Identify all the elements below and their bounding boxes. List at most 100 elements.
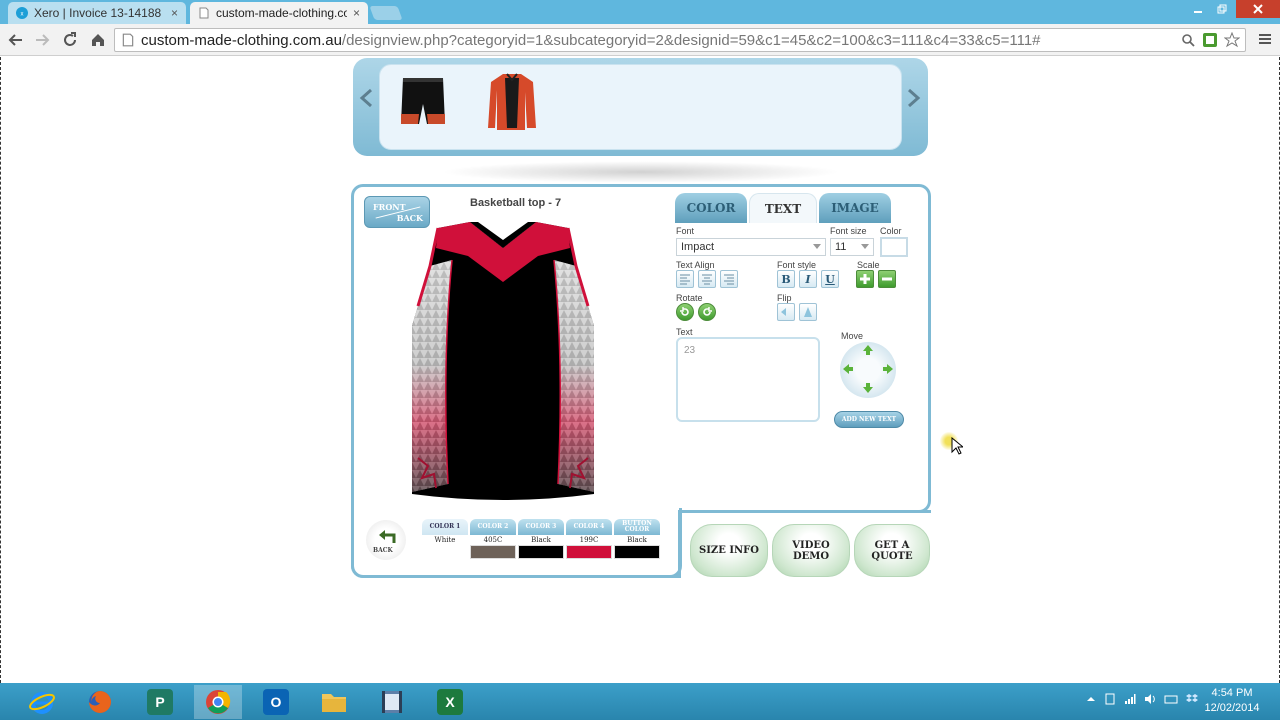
new-tab-button[interactable] <box>369 6 403 20</box>
search-icon[interactable] <box>1179 31 1197 49</box>
flip-vertical-button[interactable] <box>799 303 817 321</box>
rotate-left-button[interactable] <box>676 303 694 321</box>
move-up-icon[interactable] <box>862 344 874 359</box>
keyboard-icon[interactable] <box>1164 693 1178 705</box>
jersey-preview-image[interactable] <box>408 222 598 504</box>
color-swatches: COLOR 1 White COLOR 2 405C COLOR 3 Black… <box>422 519 660 559</box>
window-close-icon[interactable] <box>1236 0 1280 18</box>
forward-icon[interactable] <box>32 30 52 50</box>
carousel-prev-icon[interactable] <box>359 88 373 114</box>
swatch-header: COLOR 2 <box>470 519 516 535</box>
text-label: Text <box>676 327 693 337</box>
taskbar-chrome[interactable] <box>194 685 242 719</box>
tab-xero[interactable]: x Xero | Invoice 13-14188 × <box>8 2 186 24</box>
font-size-label: Font size <box>830 226 867 236</box>
underline-button[interactable]: U <box>821 270 839 288</box>
swatch-color-2[interactable]: COLOR 2 405C <box>470 519 516 559</box>
rotate-right-button[interactable] <box>698 303 716 321</box>
show-hidden-icons-icon[interactable] <box>1086 693 1096 705</box>
volume-icon[interactable] <box>1144 693 1156 705</box>
menu-icon[interactable] <box>1256 30 1274 48</box>
align-center-icon <box>702 274 712 285</box>
text-color-picker[interactable] <box>880 237 908 257</box>
back-icon[interactable] <box>6 30 26 50</box>
address-bar[interactable]: custom-made-clothing.com.au/designview.p… <box>114 28 1246 52</box>
swatch-button-color[interactable]: BUTTON COLOR Black <box>614 519 660 559</box>
carousel-item-jacket[interactable] <box>487 70 537 135</box>
carousel-next-icon[interactable] <box>907 88 921 114</box>
clock-time: 4:54 PM <box>1211 687 1253 699</box>
excel-icon: X <box>437 689 463 715</box>
shorts-thumbnail-icon <box>401 78 445 124</box>
plus-icon <box>860 274 870 284</box>
color-label: Color <box>880 226 902 236</box>
taskbar-media[interactable] <box>368 685 416 719</box>
mouse-cursor-icon <box>951 437 963 455</box>
action-center-icon[interactable] <box>1104 693 1116 705</box>
align-left-button[interactable] <box>676 270 694 288</box>
taskbar-file-explorer[interactable] <box>310 685 358 719</box>
text-align-label: Text Align <box>676 260 715 270</box>
flip-horizontal-button[interactable] <box>777 303 795 321</box>
rotate-label: Rotate <box>676 293 703 303</box>
tab-text[interactable]: TEXT <box>749 193 817 223</box>
add-new-text-button[interactable]: ADD NEW TEXT <box>834 411 904 428</box>
back-button[interactable]: BACK <box>366 520 406 560</box>
size-info-button[interactable]: SIZE INFO <box>690 524 768 577</box>
swatch-color-3[interactable]: COLOR 3 Black <box>518 519 564 559</box>
reload-icon[interactable] <box>60 30 80 50</box>
carousel-track <box>379 64 902 150</box>
taskbar-firefox[interactable] <box>76 685 124 719</box>
product-carousel <box>353 58 928 156</box>
swatch-color-1[interactable]: COLOR 1 White <box>422 519 468 559</box>
swatch-header: COLOR 3 <box>518 519 564 535</box>
publisher-icon: P <box>147 689 173 715</box>
home-icon[interactable] <box>88 30 108 50</box>
tab-color[interactable]: COLOR <box>675 193 747 223</box>
scale-down-button[interactable] <box>878 270 896 288</box>
extension-icon[interactable] <box>1201 31 1219 49</box>
star-icon[interactable] <box>1223 31 1241 49</box>
taskbar-excel[interactable]: X <box>426 685 474 719</box>
taskbar-internet-explorer[interactable] <box>18 685 66 719</box>
dropbox-icon[interactable] <box>1186 693 1198 705</box>
swatch-name: 199C <box>566 535 612 545</box>
clock-date: 12/02/2014 <box>1204 702 1260 714</box>
close-icon[interactable]: × <box>353 6 360 20</box>
swatch-color-4[interactable]: COLOR 4 199C <box>566 519 612 559</box>
video-demo-button[interactable]: VIDEO DEMO <box>772 524 850 577</box>
swatch-chip <box>614 545 660 559</box>
scale-up-button[interactable] <box>856 270 874 288</box>
move-left-icon[interactable] <box>842 363 854 378</box>
font-size-select[interactable]: 11 <box>830 238 874 256</box>
taskbar-outlook[interactable]: O <box>252 685 300 719</box>
tab-custom-made-clothing[interactable]: custom-made-clothing.co × <box>190 2 368 24</box>
close-icon[interactable]: × <box>171 6 178 20</box>
tab-title: Xero | Invoice 13-14188 <box>34 6 162 20</box>
carousel-item-shorts[interactable] <box>399 72 447 131</box>
minimize-icon[interactable] <box>1186 0 1210 18</box>
network-icon[interactable] <box>1124 693 1136 705</box>
system-clock[interactable]: 4:54 PM 12/02/2014 <box>1200 686 1264 716</box>
rotate-right-icon <box>703 307 712 316</box>
font-select[interactable]: Impact <box>676 238 826 256</box>
taskbar-publisher[interactable]: P <box>136 685 184 719</box>
bold-button[interactable]: B <box>777 270 795 288</box>
italic-button[interactable]: I <box>799 270 817 288</box>
outlook-icon: O <box>263 689 289 715</box>
tab-title: custom-made-clothing.co <box>216 6 347 20</box>
move-right-icon[interactable] <box>882 363 894 378</box>
text-input[interactable]: 23 <box>676 337 820 422</box>
restore-icon[interactable] <box>1210 0 1234 18</box>
swatch-header: COLOR 1 <box>422 519 468 535</box>
swatch-chip <box>470 545 516 559</box>
swatch-chip <box>422 545 468 559</box>
swatch-header: BUTTON COLOR <box>614 519 660 535</box>
align-right-button[interactable] <box>720 270 738 288</box>
get-a-quote-button[interactable]: GET A QUOTE <box>854 524 930 577</box>
move-down-icon[interactable] <box>862 382 874 397</box>
tab-image[interactable]: IMAGE <box>819 193 891 223</box>
flip-horizontal-icon <box>781 308 786 316</box>
align-center-button[interactable] <box>698 270 716 288</box>
font-size-value: 11 <box>835 241 847 253</box>
